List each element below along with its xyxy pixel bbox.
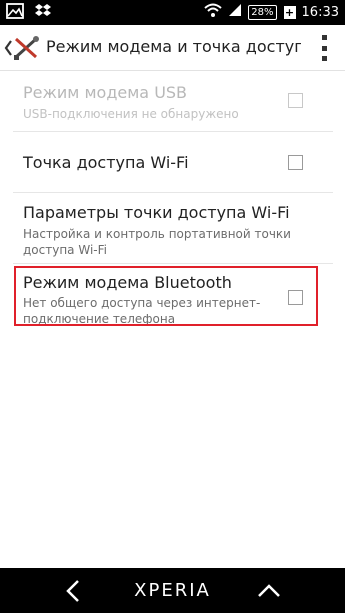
setting-title: Режим модема Bluetooth <box>23 273 232 292</box>
setting-usb-tethering[interactable]: Режим модема USB USB-подключения не обна… <box>0 71 345 131</box>
summary-line: Нет общего доступа через интернет- <box>23 296 261 310</box>
setting-title: Точка доступа Wi-Fi <box>23 153 189 172</box>
bluetooth-tethering-checkbox[interactable] <box>288 290 303 305</box>
summary-line: доступа Wi-Fi <box>23 243 107 257</box>
tools-icon <box>14 36 39 60</box>
setting-title: Параметры точки доступа Wi-Fi <box>23 203 290 222</box>
summary-line: подключение телефона <box>23 312 176 326</box>
brand-logo: XPERIA <box>134 580 211 601</box>
battery-percent: 28% <box>251 6 274 18</box>
list-divider <box>13 263 333 264</box>
setting-bluetooth-tethering[interactable]: Режим модема Bluetooth Нет общего доступ… <box>0 268 345 326</box>
clock: 16:33 <box>301 4 339 20</box>
up-navigation-button[interactable] <box>2 35 44 63</box>
usb-tethering-checkbox[interactable] <box>288 93 303 108</box>
charging-icon: + <box>283 5 296 19</box>
page-title: Режим модема и точка доступа <box>46 37 301 56</box>
screen: 28% + 16:33 Режим модема и точка доступа <box>0 0 345 613</box>
setting-summary: Настройка и контроль портативной точки д… <box>23 226 293 258</box>
setting-wifi-hotspot-params[interactable]: Параметры точки доступа Wi-Fi Настройка … <box>0 193 345 263</box>
menu-dot <box>321 45 327 51</box>
chevron-left-icon <box>4 40 12 56</box>
setting-title: Режим модема USB <box>23 83 188 102</box>
wifi-icon <box>204 3 222 21</box>
chevron-up-icon <box>258 584 280 597</box>
setting-summary: USB-подключения не обнаружено <box>23 107 239 121</box>
recent-apps-button[interactable] <box>256 578 282 604</box>
image-notification-icon <box>6 3 24 23</box>
setting-wifi-hotspot[interactable]: Точка доступа Wi-Fi <box>0 132 345 192</box>
navigation-bar: XPERIA <box>0 568 345 613</box>
battery-indicator: 28% <box>248 4 277 20</box>
menu-dot <box>321 56 327 61</box>
signal-icon <box>228 3 242 21</box>
overflow-menu-button[interactable] <box>317 35 331 61</box>
setting-summary: Нет общего доступа через интернет- подкл… <box>23 295 273 327</box>
summary-line: Настройка и контроль портативной точки <box>23 227 291 241</box>
action-bar: Режим модема и точка доступа <box>0 25 345 70</box>
menu-dot <box>321 35 327 40</box>
dropbox-icon <box>34 3 52 23</box>
wifi-hotspot-checkbox[interactable] <box>288 155 303 170</box>
status-bar: 28% + 16:33 <box>0 0 345 25</box>
